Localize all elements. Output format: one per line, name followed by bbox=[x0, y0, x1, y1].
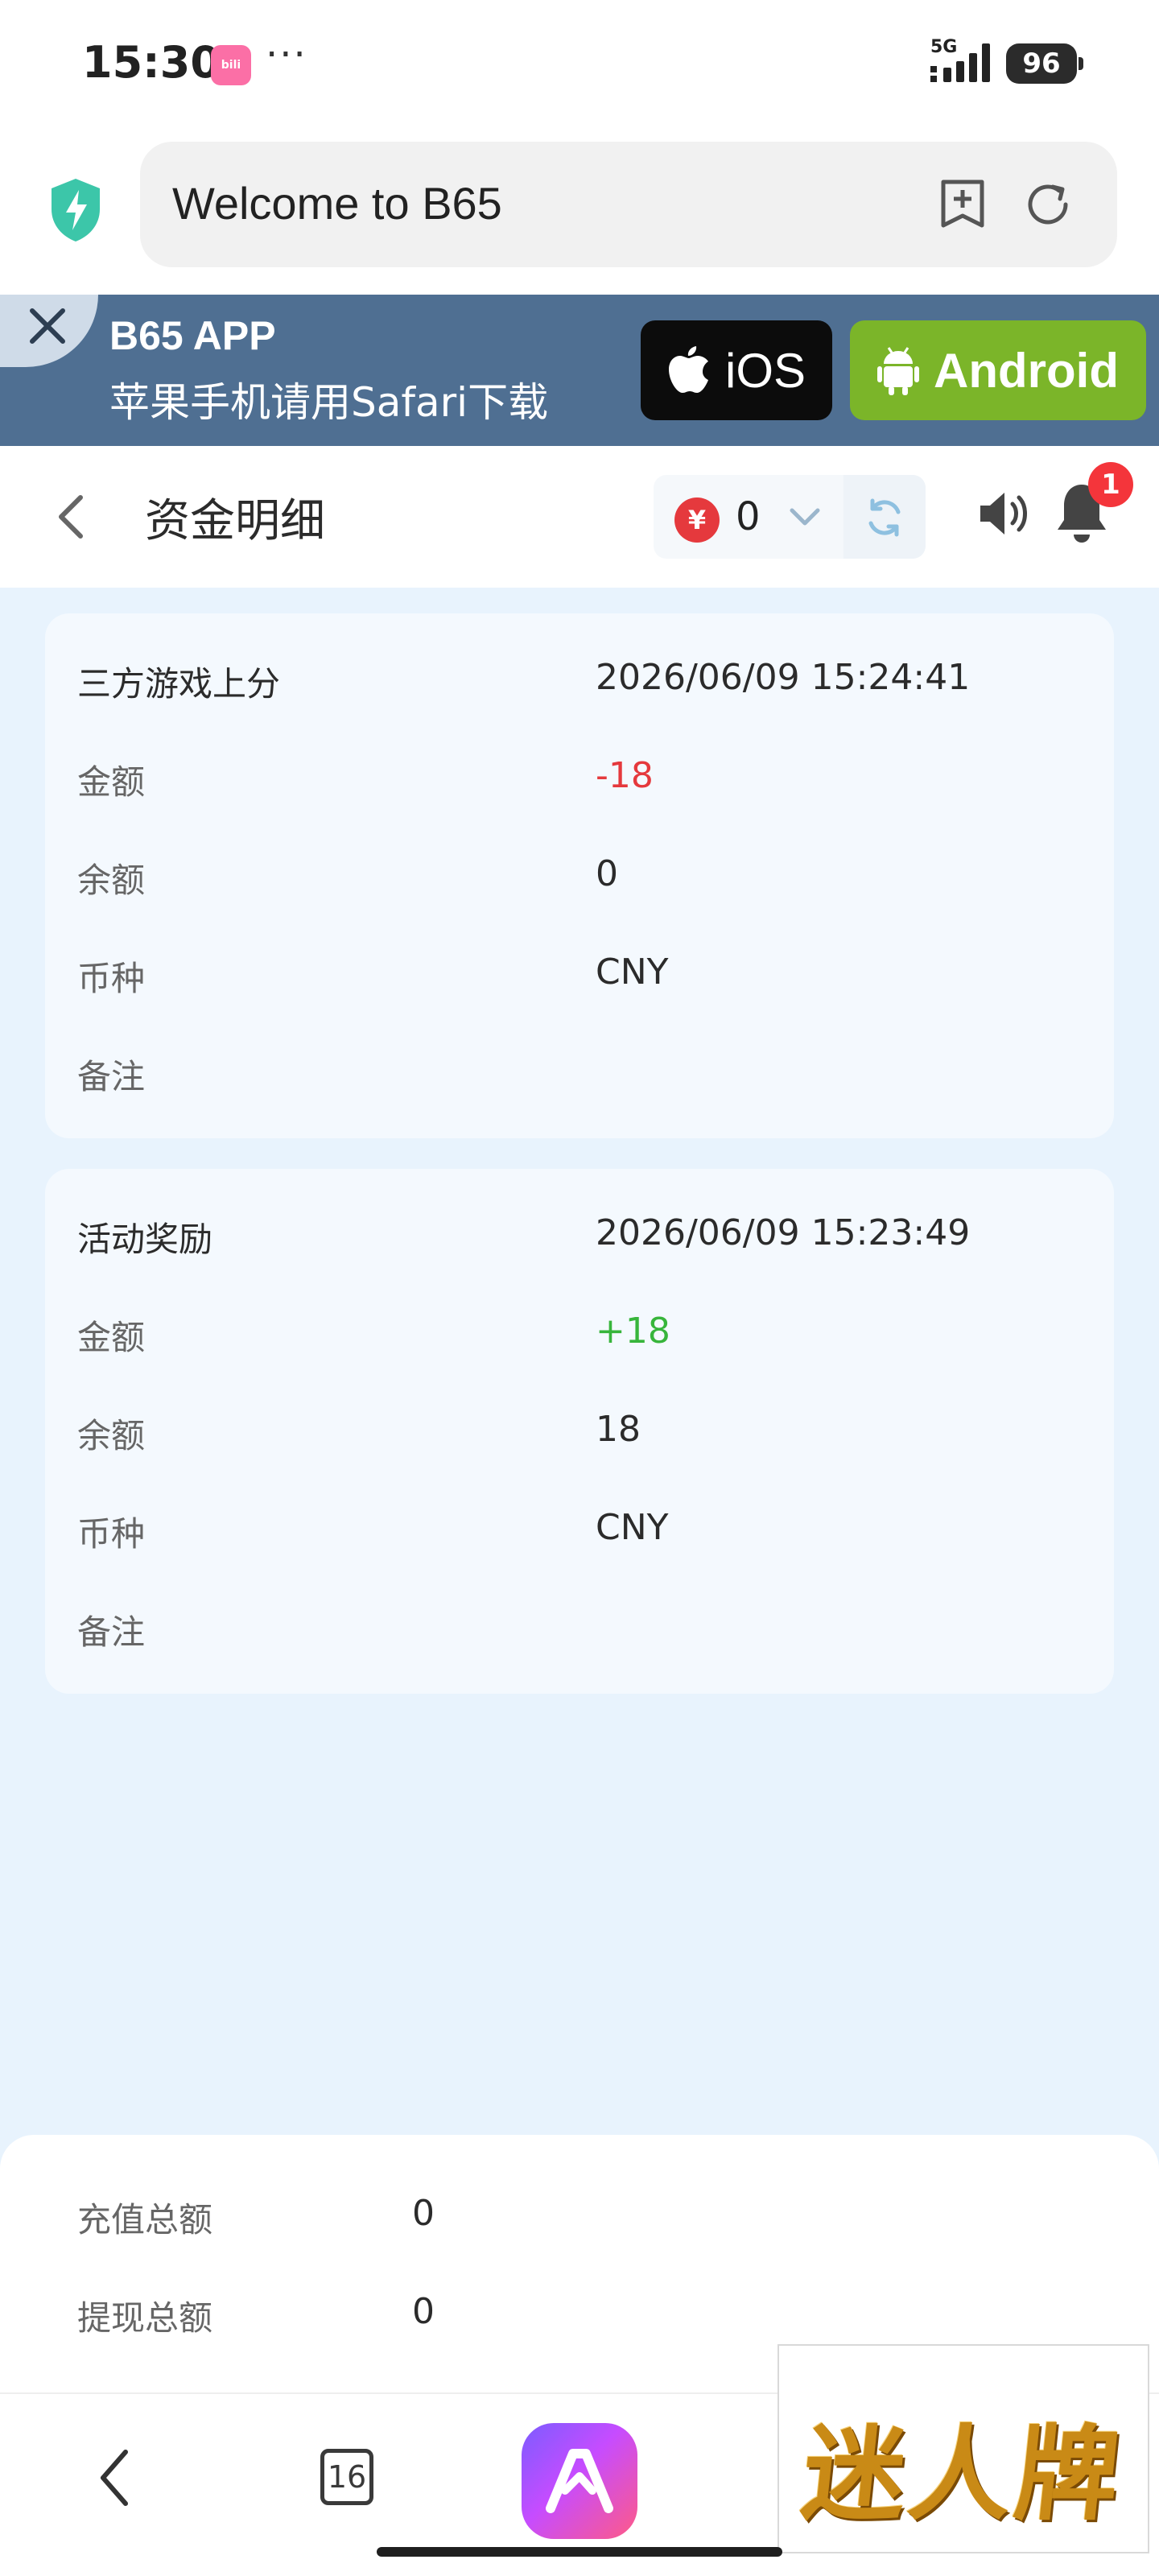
status-time: 15:30 bbox=[82, 37, 221, 88]
record-balance: 0 bbox=[596, 853, 618, 894]
record-currency: CNY bbox=[596, 952, 669, 993]
record-balance: 18 bbox=[596, 1409, 641, 1450]
chevron-down-icon[interactable] bbox=[787, 502, 823, 531]
record-type: 三方游戏上分 bbox=[77, 664, 281, 704]
bilibili-app-icon: bili bbox=[211, 45, 251, 85]
record-amount: -18 bbox=[596, 755, 654, 796]
speaker-icon[interactable] bbox=[975, 485, 1033, 543]
close-icon bbox=[30, 308, 65, 344]
amount-label: 金额 bbox=[77, 1318, 146, 1357]
currency-label: 币种 bbox=[77, 1514, 146, 1554]
shield-icon[interactable] bbox=[47, 175, 105, 243]
record-header-row: 活动奖励 2026/06/09 15:23:49 bbox=[77, 1191, 1082, 1272]
status-bar: 15:30 bili ··· 5G 96 bbox=[0, 0, 1159, 129]
app-download-banner: B65 APP 苹果手机请用Safari下载 iOS Android bbox=[0, 295, 1159, 446]
page-title: 资金明细 bbox=[145, 495, 325, 547]
browser-back-icon[interactable] bbox=[93, 2446, 135, 2510]
record-time: 2026/06/09 15:23:49 bbox=[596, 1212, 971, 1253]
record-currency-row: 币种 CNY bbox=[77, 931, 1082, 1011]
record-time: 2026/06/09 15:24:41 bbox=[596, 657, 971, 698]
back-arrow-icon[interactable] bbox=[52, 491, 90, 543]
withdraw-total-row: 提现总额 0 bbox=[77, 2272, 1043, 2352]
record-balance-row: 余额 0 bbox=[77, 832, 1082, 913]
withdraw-total-label: 提现总额 bbox=[77, 2298, 213, 2338]
reload-icon[interactable] bbox=[1022, 179, 1074, 230]
record-amount-row: 金额 +18 bbox=[77, 1290, 1082, 1370]
amount-label: 金额 bbox=[77, 762, 146, 802]
deposit-total-row: 充值总额 0 bbox=[77, 2174, 1043, 2254]
record-amount: +18 bbox=[596, 1311, 670, 1352]
transaction-record-card: 活动奖励 2026/06/09 15:23:49 金额 +18 余额 18 币种… bbox=[45, 1169, 1114, 1694]
notification-badge: 1 bbox=[1088, 462, 1133, 507]
signal-icon bbox=[930, 43, 990, 82]
refresh-icon bbox=[868, 498, 901, 537]
android-download-button[interactable]: Android bbox=[850, 320, 1146, 420]
balance-label: 余额 bbox=[77, 861, 146, 900]
record-currency-row: 币种 CNY bbox=[77, 1486, 1082, 1567]
banner-subtitle: 苹果手机请用Safari下载 bbox=[109, 379, 549, 426]
home-indicator[interactable] bbox=[377, 2547, 782, 2557]
page-title-in-url[interactable]: Welcome to B65 bbox=[172, 177, 502, 229]
note-label: 备注 bbox=[77, 1057, 146, 1096]
record-currency: CNY bbox=[596, 1507, 669, 1548]
more-dots-icon: ··· bbox=[266, 32, 307, 77]
add-bookmark-icon[interactable] bbox=[938, 177, 987, 230]
tab-count: 16 bbox=[327, 2459, 367, 2495]
page-header: 资金明细 ¥ 0 1 bbox=[0, 446, 1159, 588]
wallet-balance-selector[interactable]: ¥ 0 bbox=[654, 475, 926, 559]
url-field[interactable]: Welcome to B65 bbox=[140, 142, 1117, 267]
yen-currency-icon: ¥ bbox=[674, 497, 720, 543]
watermark-logo: 迷人牌 bbox=[777, 2344, 1149, 2553]
ai-assistant-button[interactable] bbox=[522, 2423, 637, 2539]
transaction-record-card: 三方游戏上分 2026/06/09 15:24:41 金额 -18 余额 0 币… bbox=[45, 613, 1114, 1138]
browser-address-bar: Welcome to B65 bbox=[0, 129, 1159, 295]
banner-title: B65 APP bbox=[109, 313, 276, 358]
record-type: 活动奖励 bbox=[77, 1220, 213, 1259]
android-icon bbox=[877, 347, 920, 395]
record-amount-row: 金额 -18 bbox=[77, 734, 1082, 815]
record-header-row: 三方游戏上分 2026/06/09 15:24:41 bbox=[77, 636, 1082, 716]
deposit-total-label: 充值总额 bbox=[77, 2200, 213, 2240]
refresh-balance-button[interactable] bbox=[843, 475, 926, 559]
deposit-total-value: 0 bbox=[412, 2193, 435, 2234]
battery-level: 96 bbox=[1022, 47, 1061, 80]
wallet-balance: 0 bbox=[736, 494, 761, 539]
ai-assistant-icon bbox=[546, 2449, 613, 2513]
ios-download-button[interactable]: iOS bbox=[641, 320, 832, 420]
record-note-row: 备注 bbox=[77, 1029, 1082, 1109]
record-balance-row: 余额 18 bbox=[77, 1388, 1082, 1468]
android-label: Android bbox=[934, 343, 1119, 398]
tabs-button[interactable]: 16 bbox=[320, 2449, 373, 2505]
currency-label: 币种 bbox=[77, 959, 146, 998]
apple-icon bbox=[668, 346, 708, 393]
record-note-row: 备注 bbox=[77, 1584, 1082, 1665]
ios-label: iOS bbox=[724, 343, 806, 398]
balance-label: 余额 bbox=[77, 1416, 146, 1455]
withdraw-total-value: 0 bbox=[412, 2291, 435, 2332]
note-label: 备注 bbox=[77, 1612, 146, 1652]
banner-close-button[interactable] bbox=[0, 295, 98, 367]
battery-icon: 96 bbox=[1006, 43, 1083, 84]
watermark-logo-text: 迷人牌 bbox=[796, 2414, 1128, 2535]
